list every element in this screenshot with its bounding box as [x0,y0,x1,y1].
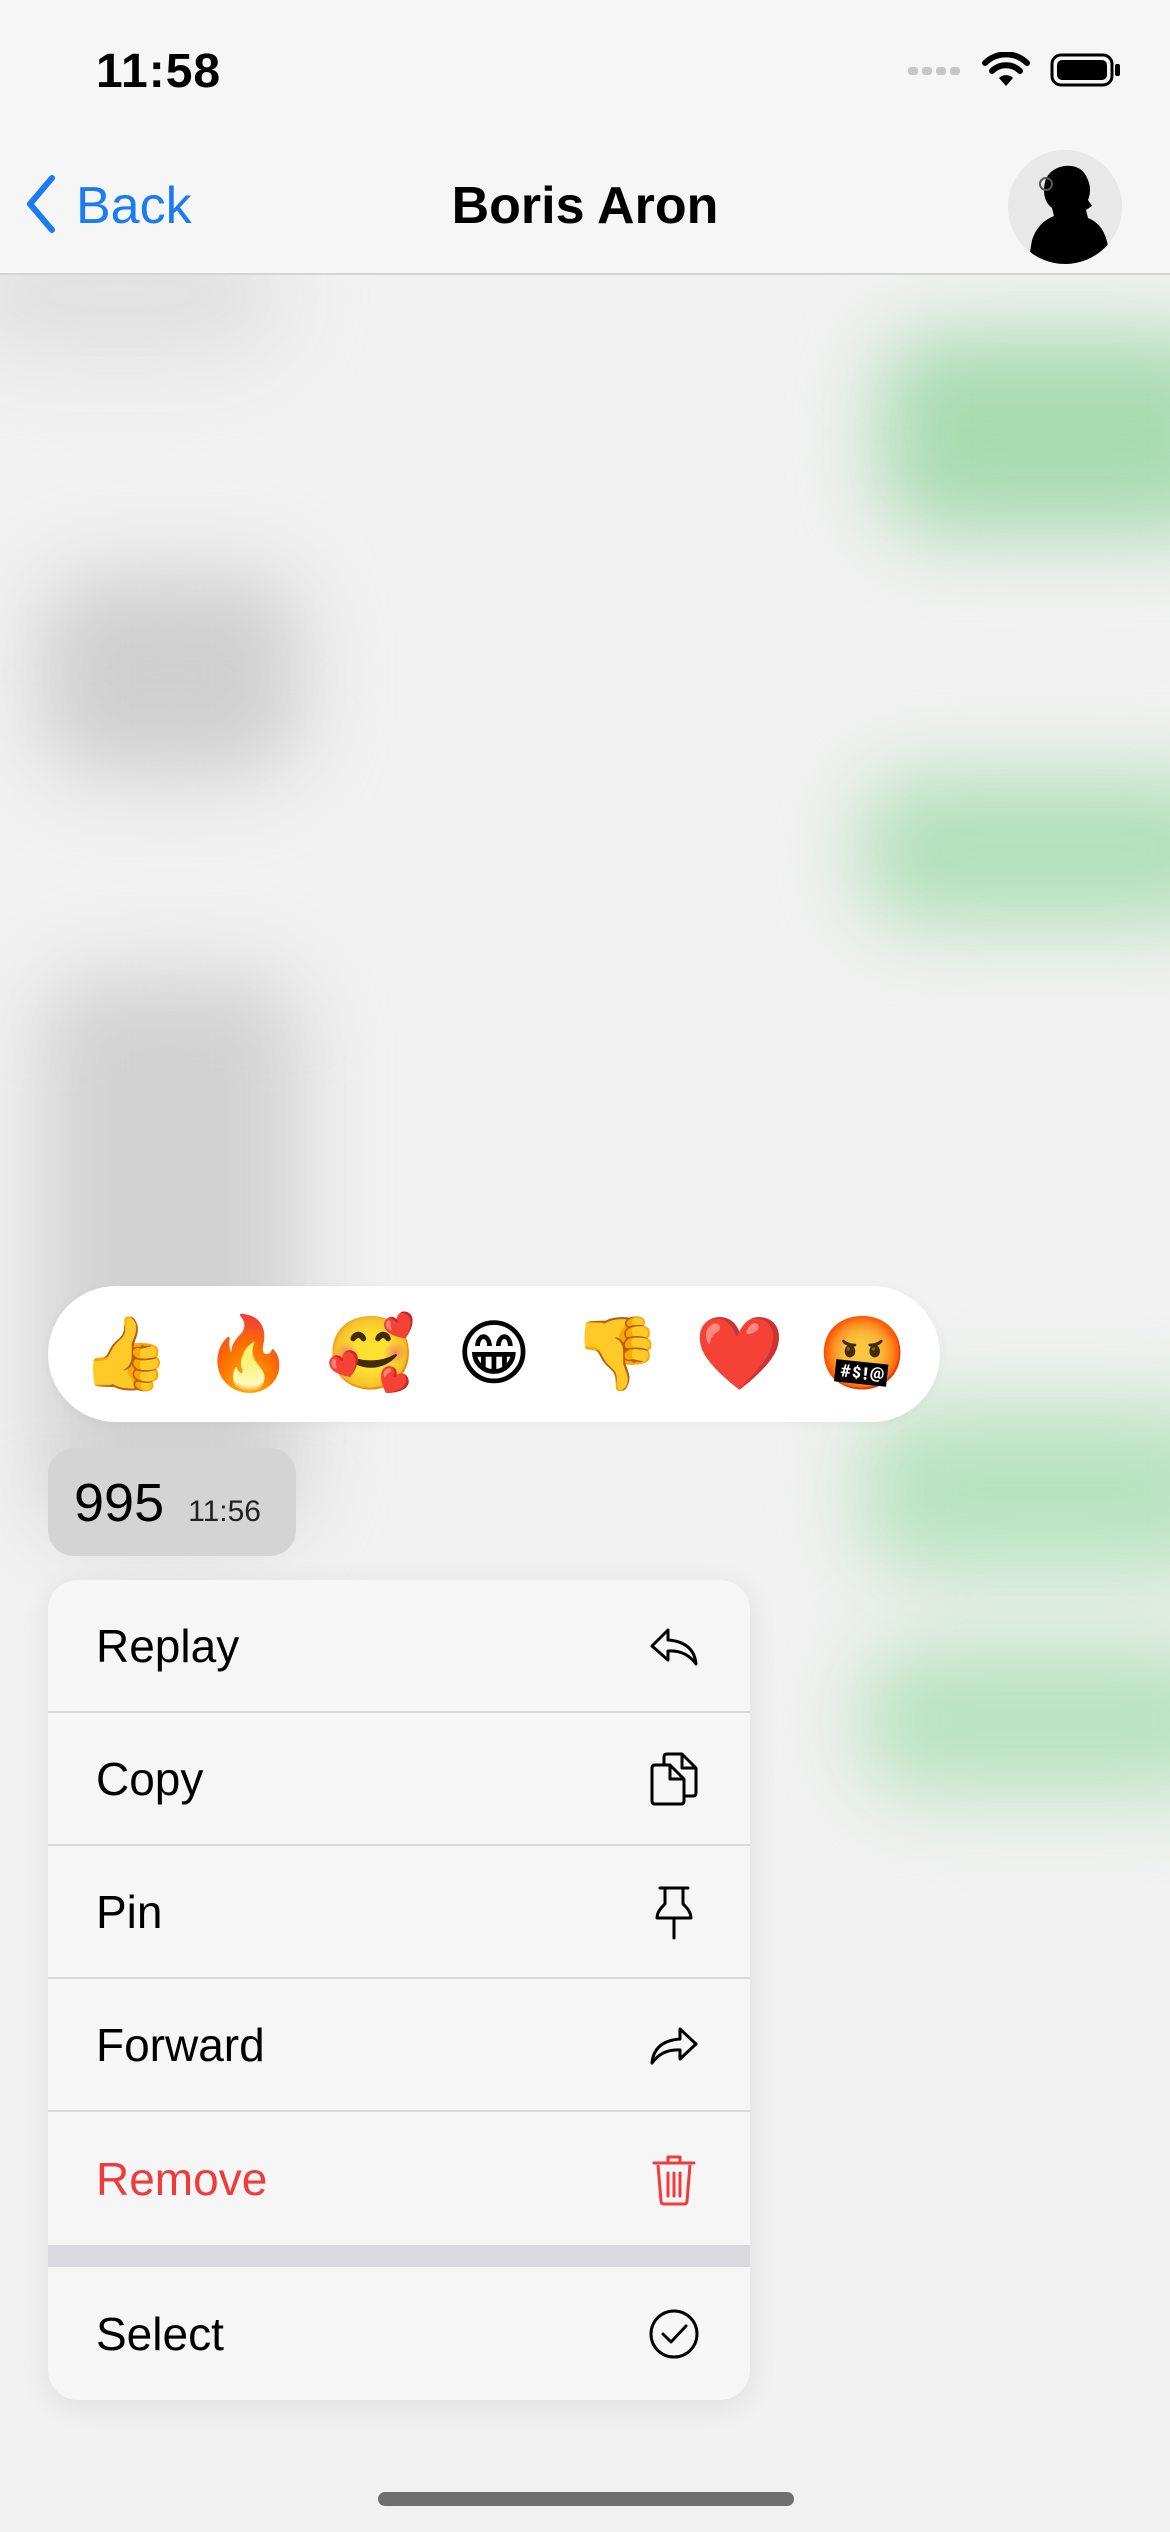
context-menu: Replay Copy Pin Forward Remove Select [48,1580,750,2400]
checkmark-circle-icon [646,2306,702,2362]
reaction-heart[interactable]: ❤️ [690,1318,790,1390]
menu-separator [48,2245,750,2267]
cellular-signal-icon [908,63,962,82]
reaction-thumbs-down[interactable]: 👎 [567,1318,667,1390]
menu-item-pin[interactable]: Pin [48,1846,750,1979]
reaction-thumbs-up[interactable]: 👍 [75,1318,175,1390]
home-indicator[interactable] [378,2492,794,2506]
status-time: 11:58 [96,45,222,98]
message-text: 995 [74,1473,165,1533]
wifi-icon [982,51,1030,93]
navigation-bar: Back Boris Aron [0,150,1170,275]
blurred-message [860,775,1170,925]
selected-message-bubble[interactable]: 995 11:56 [48,1448,296,1556]
reaction-grin[interactable]: 😁 [444,1318,544,1390]
menu-item-select[interactable]: Select [48,2267,750,2400]
blurred-message [860,1405,1170,1575]
forward-icon [646,2017,702,2073]
menu-item-label: Pin [96,1885,163,1938]
chat-title: Boris Aron [451,177,719,235]
reaction-bar: 👍 🔥 🥰 😁 👎 ❤️ 🤬 [48,1286,940,1422]
reaction-cursing-face[interactable]: 🤬 [812,1318,912,1390]
avatar[interactable] [1008,150,1122,264]
menu-item-label: Forward [96,2018,265,2071]
status-icons [908,51,1122,93]
copy-icon [646,1751,702,1807]
reply-icon [646,1618,702,1674]
reaction-fire[interactable]: 🔥 [198,1318,298,1390]
menu-item-label: Replay [96,1619,240,1672]
blurred-message [0,275,280,355]
battery-icon [1050,52,1122,93]
menu-item-label: Remove [96,2152,268,2205]
menu-item-reply[interactable]: Replay [48,1580,750,1713]
menu-item-label: Copy [96,1752,204,1805]
message-timestamp: 11:56 [188,1495,261,1528]
blurred-message [40,575,300,775]
reaction-smiling-hearts[interactable]: 🥰 [321,1318,421,1390]
menu-item-forward[interactable]: Forward [48,1979,750,2112]
menu-item-copy[interactable]: Copy [48,1713,750,1846]
trash-icon [646,2151,702,2207]
blurred-message [860,1645,1170,1795]
menu-item-label: Select [96,2307,224,2360]
blurred-message [880,335,1170,535]
menu-item-remove[interactable]: Remove [48,2112,750,2245]
pin-icon [646,1884,702,1940]
status-bar: 11:58 [0,0,1170,150]
